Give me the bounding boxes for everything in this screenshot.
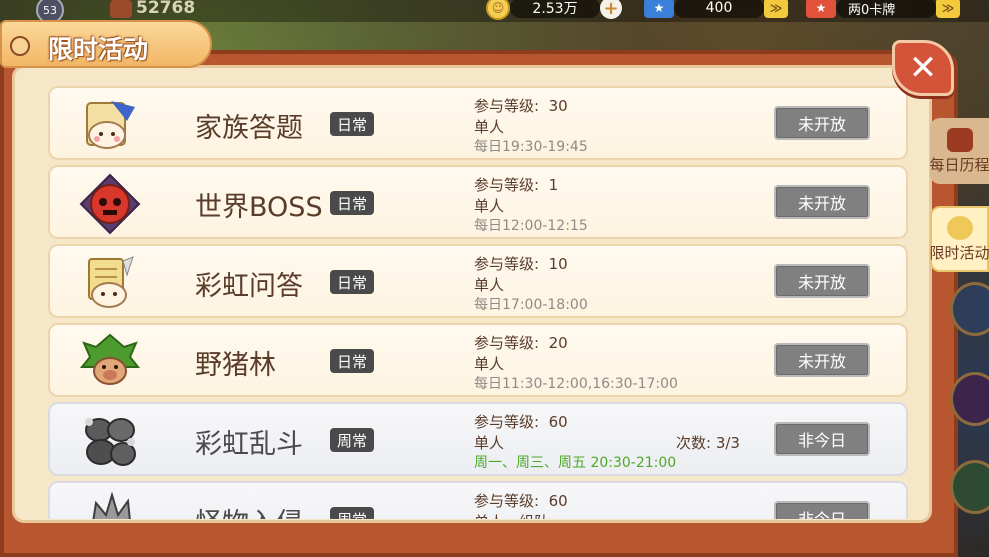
diamond-amount: 400 xyxy=(674,0,764,18)
activity-row[interactable]: 野猪林 日常 参与等级: 20 单人 每日11:30-12:00,16:30-1… xyxy=(48,323,908,397)
card-amount: 两0卡牌 xyxy=(836,0,936,18)
card-chevron-icon[interactable]: ≫ xyxy=(936,0,960,18)
card-resource: ★ 两0卡牌 ≫ xyxy=(806,0,960,18)
activity-state-button[interactable]: 未开放 xyxy=(774,185,870,219)
activity-mode: 单人 xyxy=(474,197,505,215)
activity-tag: 日常 xyxy=(330,349,374,373)
resource-bar: 53 52768 ☺ 2.53万 + ★ 400 ≫ ★ 两0卡牌 ≫ xyxy=(0,0,989,24)
activity-mode: 单人 xyxy=(474,276,505,294)
activity-state-button[interactable]: 未开放 xyxy=(774,106,870,140)
activity-time: 周一、周三、周五 20:30-21:00 xyxy=(474,455,677,471)
quiz-scroll-icon xyxy=(78,93,142,157)
level-requirement: 参与等级: 60 xyxy=(474,492,568,510)
activity-mode: 单人 xyxy=(474,118,505,136)
attempt-count: 次数: 3/3 xyxy=(676,434,740,452)
tab-label: 每日历程 xyxy=(929,155,989,174)
activity-state-button[interactable]: 非今日 xyxy=(774,422,870,456)
activity-name: 世界BOSS xyxy=(195,192,323,223)
tab-daily-journey[interactable]: 每日历程 xyxy=(930,118,989,184)
activity-row[interactable]: 彩虹乱斗 周常 参与等级: 60 单人 周一、周三、周五 20:30-21:00… xyxy=(48,402,908,476)
add-gold-button[interactable]: + xyxy=(600,0,622,19)
tab-label: 限时活动 xyxy=(929,243,989,262)
activity-row[interactable]: 彩虹问答 日常 参与等级: 10 单人 每日17:00-18:00 未开放 xyxy=(48,244,908,318)
activity-tag: 日常 xyxy=(330,191,374,215)
activity-time: 每日17:00-18:00 xyxy=(474,297,588,313)
power-icon xyxy=(110,0,132,18)
activity-time: 每日19:30-19:45 xyxy=(474,139,588,155)
activity-name: 怪物入侵 xyxy=(195,501,303,519)
red-skull-boss-icon xyxy=(78,172,142,236)
activity-tag: 日常 xyxy=(330,270,374,294)
coin-icon: ☺ xyxy=(486,0,510,20)
daily-journey-icon xyxy=(946,127,973,152)
activity-name: 彩虹问答 xyxy=(195,271,303,302)
clock-icon xyxy=(946,215,973,240)
boar-forest-icon xyxy=(78,330,142,394)
double-chevron-icon[interactable]: ≫ xyxy=(764,0,788,18)
activity-mode: 单人、组队 xyxy=(474,511,549,519)
gold-resource: ☺ 2.53万 + xyxy=(486,0,622,20)
star-ticket-icon: ★ xyxy=(644,0,674,18)
activity-mode: 单人 xyxy=(474,355,505,373)
clock-icon xyxy=(10,36,30,56)
monster-invasion-icon xyxy=(78,488,142,519)
level-requirement: 参与等级: 60 xyxy=(474,413,568,431)
activity-mode: 单人 xyxy=(474,434,505,452)
level-requirement: 参与等级: 30 xyxy=(474,97,568,115)
panel-title: 限时活动 xyxy=(48,35,149,64)
combat-power-value: 52768 xyxy=(136,0,196,18)
activity-list[interactable]: 家族答题 日常 参与等级: 30 单人 每日19:30-19:45 未开放 世界… xyxy=(48,86,908,519)
tab-limited-activity[interactable]: 限时活动 xyxy=(930,206,989,272)
level-requirement: 参与等级: 10 xyxy=(474,255,568,273)
panel-title-tab: 限时活动 xyxy=(0,20,212,68)
level-requirement: 参与等级: 20 xyxy=(474,334,568,352)
activity-state-button[interactable]: 未开放 xyxy=(774,264,870,298)
close-x-icon: ✕ xyxy=(908,48,938,88)
activity-row[interactable]: 家族答题 日常 参与等级: 30 单人 每日19:30-19:45 未开放 xyxy=(48,86,908,160)
activity-name: 家族答题 xyxy=(195,113,303,144)
activity-name: 野猪林 xyxy=(195,350,276,381)
gold-amount: 2.53万 xyxy=(510,0,600,18)
activity-tag: 日常 xyxy=(330,112,374,136)
activity-time: 每日12:00-12:15 xyxy=(474,218,588,234)
rainbow-quiz-scroll-icon xyxy=(78,251,142,315)
level-requirement: 参与等级: 1 xyxy=(474,176,559,194)
activity-name: 彩虹乱斗 xyxy=(195,429,303,460)
diamond-resource: ★ 400 ≫ xyxy=(644,0,788,18)
activity-row[interactable]: 怪物入侵 周常 参与等级: 60 单人、组队 非今日 xyxy=(48,481,908,519)
activity-tag: 周常 xyxy=(330,428,374,452)
rainbow-brawl-icon xyxy=(78,409,142,473)
activity-tag: 周常 xyxy=(330,507,374,519)
activity-state-button[interactable]: 未开放 xyxy=(774,343,870,377)
activity-time: 每日11:30-12:00,16:30-17:00 xyxy=(474,376,678,392)
activity-state-button[interactable]: 非今日 xyxy=(774,501,870,519)
activity-row[interactable]: 世界BOSS 日常 参与等级: 1 单人 每日12:00-12:15 未开放 xyxy=(48,165,908,239)
close-button[interactable]: ✕ xyxy=(892,40,954,96)
red-ticket-icon: ★ xyxy=(806,0,836,18)
